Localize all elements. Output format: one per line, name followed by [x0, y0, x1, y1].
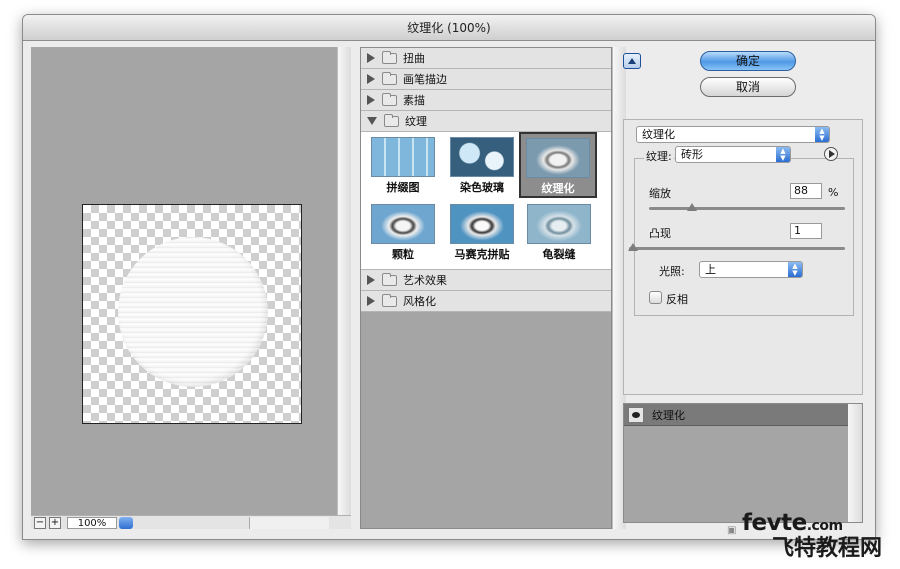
- category-distort[interactable]: 扭曲: [361, 48, 611, 69]
- expand-triangle-icon[interactable]: [367, 74, 375, 84]
- category-texture[interactable]: 纹理: [361, 111, 611, 132]
- category-label: 素描: [403, 94, 425, 107]
- effect-layer-row[interactable]: 纹理化: [624, 404, 862, 426]
- zoom-level-field[interactable]: 100%: [67, 516, 117, 529]
- relief-slider-thumb[interactable]: [628, 243, 639, 251]
- category-label: 扭曲: [403, 52, 425, 65]
- filter-select-value: 纹理化: [642, 128, 675, 141]
- zoom-bar: − + 100%: [31, 515, 351, 529]
- texture-menu-icon[interactable]: [824, 147, 838, 161]
- effect-layer-label: 纹理化: [652, 408, 685, 422]
- stained-glass-thumbnail: [450, 137, 514, 177]
- filter-grain[interactable]: 颗粒: [365, 202, 441, 261]
- folder-icon: [382, 272, 397, 286]
- light-select[interactable]: 上 ▲ ▼: [699, 261, 803, 278]
- filter-parameters: 纹理化 ▲ ▼ 纹理: 砖形 ▲ ▼ 缩放 88 % 凸现 1 光照: 上 ▲ …: [623, 119, 863, 395]
- category-stylize[interactable]: 风格化: [361, 291, 611, 312]
- expand-triangle-icon[interactable]: [367, 296, 375, 306]
- settings-pane: 确定 取消 纹理化 ▲ ▼ 纹理: 砖形 ▲ ▼ 缩放 88 % 凸现 1 光照…: [623, 47, 869, 536]
- invert-checkbox[interactable]: [649, 291, 662, 304]
- texture-select[interactable]: 砖形 ▲ ▼: [675, 146, 791, 163]
- textured-circle-preview: [118, 237, 268, 387]
- category-label: 画笔描边: [403, 73, 447, 86]
- patchwork-thumbnail: [371, 137, 435, 177]
- texture-select-value: 砖形: [681, 148, 703, 161]
- collapse-triangle-icon[interactable]: [367, 117, 377, 125]
- light-select-value: 上: [705, 263, 716, 276]
- texture-options-group: 缩放 88 % 凸现 1 光照: 上 ▲ ▼ 反相: [628, 158, 854, 316]
- craquelure-thumbnail: [527, 204, 591, 244]
- effect-layers-panel: 纹理化: [623, 403, 863, 523]
- ok-button[interactable]: 确定: [700, 51, 796, 71]
- folder-icon: [382, 92, 397, 106]
- filter-mosaic-tiles[interactable]: 马赛克拼贴: [444, 202, 520, 261]
- scaling-field[interactable]: 88: [790, 183, 822, 199]
- mosaic-tiles-thumbnail: [450, 204, 514, 244]
- collapse-gallery-button[interactable]: [623, 53, 641, 69]
- filter-stained-glass[interactable]: 染色玻璃: [444, 135, 520, 194]
- site-watermark: fevte.com 飞特教程网: [742, 512, 892, 561]
- folder-icon: [382, 293, 397, 307]
- texture-label: 纹理:: [644, 148, 674, 164]
- scaling-slider-track[interactable]: [649, 207, 845, 210]
- category-label: 风格化: [403, 295, 436, 308]
- zoom-dropdown-icon[interactable]: [119, 516, 133, 529]
- texturizer-dialog: 纹理化 (100%) − + 100% 扭曲 画笔描边 素描 纹理 拼缀图 染色…: [22, 14, 876, 540]
- filter-texturizer[interactable]: 纹理化: [519, 132, 597, 198]
- expand-triangle-icon[interactable]: [367, 95, 375, 105]
- scaling-slider-thumb[interactable]: [687, 203, 698, 211]
- watermark-site-name: 飞特教程网: [771, 536, 882, 561]
- preview-vertical-scrollbar[interactable]: [337, 47, 351, 517]
- category-label: 艺术效果: [403, 274, 447, 287]
- expand-triangle-icon[interactable]: [367, 53, 375, 63]
- category-label: 纹理: [405, 115, 427, 128]
- folder-icon: [384, 113, 399, 127]
- watermark-domain: fevte.com: [742, 510, 843, 536]
- expand-triangle-icon[interactable]: [367, 275, 375, 285]
- window-title: 纹理化 (100%): [23, 15, 875, 41]
- filter-patchwork[interactable]: 拼缀图: [365, 135, 441, 194]
- filter-gallery: 扭曲 画笔描边 素描 纹理 拼缀图 染色玻璃 纹理化 颗粒 马赛克拼贴 龟裂缝 …: [360, 47, 612, 529]
- light-label: 光照:: [659, 265, 685, 278]
- transparency-checkerboard: [82, 204, 302, 424]
- new-effect-layer-icon[interactable]: ▣: [727, 525, 736, 536]
- scaling-unit: %: [828, 186, 839, 199]
- invert-label: 反相: [666, 293, 688, 306]
- category-artistic[interactable]: 艺术效果: [361, 270, 611, 291]
- cancel-button[interactable]: 取消: [700, 77, 796, 97]
- relief-label: 凸现: [649, 227, 671, 240]
- preview-pane[interactable]: [31, 47, 351, 529]
- category-sketch[interactable]: 素描: [361, 90, 611, 111]
- visibility-eye-icon[interactable]: [628, 406, 644, 423]
- select-arrows-icon: ▲ ▼: [788, 262, 802, 277]
- folder-icon: [382, 50, 397, 64]
- select-arrows-icon: ▲ ▼: [776, 147, 790, 162]
- relief-slider-track[interactable]: [629, 247, 845, 250]
- preview-horizontal-scrollbar[interactable]: [249, 516, 329, 529]
- select-arrows-icon: ▲ ▼: [815, 127, 829, 142]
- category-brush-strokes[interactable]: 画笔描边: [361, 69, 611, 90]
- grain-thumbnail: [371, 204, 435, 244]
- zoom-out-button[interactable]: −: [34, 516, 46, 529]
- folder-icon: [382, 71, 397, 85]
- texturizer-thumbnail: [526, 138, 590, 178]
- texture-filter-thumbnails: 拼缀图 染色玻璃 纹理化 颗粒 马赛克拼贴 龟裂缝: [361, 132, 611, 270]
- layers-scrollbar[interactable]: [848, 404, 862, 522]
- zoom-in-button[interactable]: +: [49, 516, 61, 529]
- filter-craquelure[interactable]: 龟裂缝: [521, 202, 597, 261]
- relief-field[interactable]: 1: [790, 223, 822, 239]
- scaling-label: 缩放: [649, 187, 671, 200]
- filter-select[interactable]: 纹理化 ▲ ▼: [636, 126, 830, 143]
